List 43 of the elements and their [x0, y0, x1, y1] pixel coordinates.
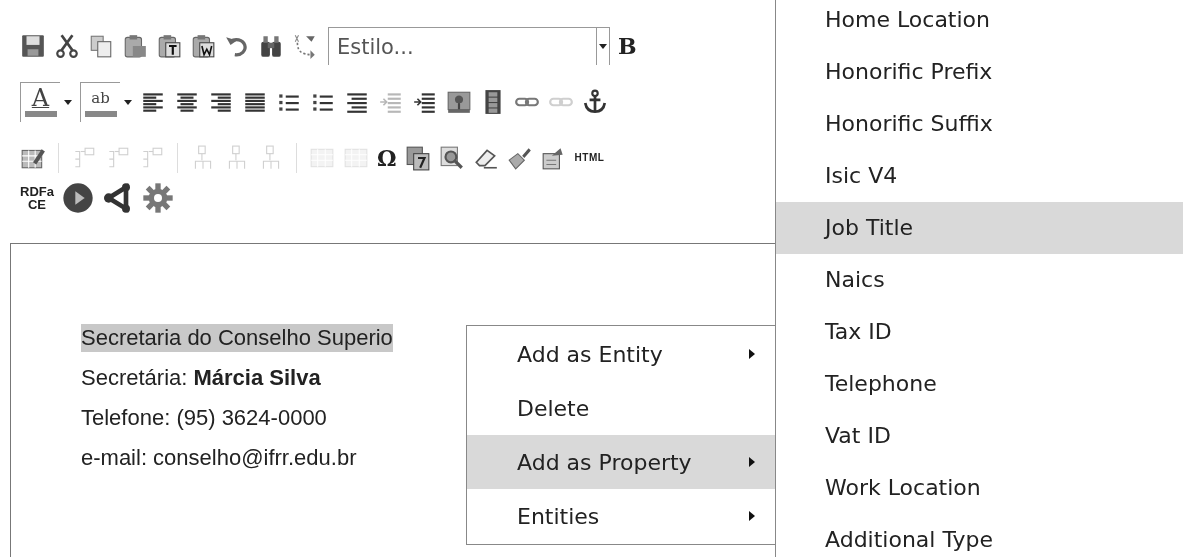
caret-icon[interactable] [124, 99, 132, 105]
menu-item[interactable]: Delete [467, 381, 775, 435]
replace-icon[interactable] [292, 33, 318, 59]
style-dropdown[interactable]: Estilo... [328, 27, 610, 65]
text-line: Telefone: (95) 3624-0000 [81, 404, 327, 432]
text-line: e-mail: conselho@ifrr.edu.br [81, 444, 357, 472]
menu-item[interactable]: Isic V4 [776, 150, 1183, 202]
brush-icon[interactable] [506, 145, 533, 171]
menu-item[interactable]: Vat ID [776, 410, 1183, 462]
copy-icon[interactable] [88, 33, 114, 59]
text-line: Secretária: Márcia Silva [81, 364, 321, 392]
menu-item[interactable]: Honorific Prefix [776, 46, 1183, 98]
text-color-button[interactable]: ab [80, 82, 120, 122]
menu-item[interactable]: Add as Entity [467, 327, 775, 381]
menu-item[interactable]: Job Title [776, 202, 1183, 254]
rdfa-button[interactable]: RDFa CE [20, 185, 54, 211]
image-icon[interactable] [446, 89, 472, 115]
magnifier-icon[interactable] [438, 145, 465, 171]
template-icon[interactable] [404, 145, 431, 171]
source-button[interactable]: HTML [574, 145, 605, 171]
special-character-button[interactable]: Ω [377, 145, 397, 171]
menu-item[interactable]: Tax ID [776, 306, 1183, 358]
text-color-button[interactable]: A [20, 82, 60, 122]
menu-item[interactable]: Entities [467, 489, 775, 543]
play-icon[interactable] [61, 182, 94, 214]
menu-item[interactable]: Work Location [776, 462, 1183, 514]
menu-item[interactable]: Home Location [776, 0, 1183, 46]
floppy-disk-icon[interactable] [20, 33, 46, 59]
clipboard-document-icon[interactable] [190, 33, 216, 59]
bold-button[interactable]: B [618, 33, 637, 59]
binoculars-icon[interactable] [258, 33, 284, 59]
clipboard-icon[interactable] [122, 33, 148, 59]
caret-icon [599, 44, 607, 49]
clipboard-text-icon[interactable] [156, 33, 182, 59]
menu-item[interactable]: Honorific Suffix [776, 98, 1183, 150]
settings-icon[interactable] [141, 182, 174, 214]
scissors-icon[interactable] [54, 33, 80, 59]
caret-icon[interactable] [64, 99, 72, 105]
menu-item[interactable]: Additional Type [776, 514, 1183, 557]
menu-item[interactable]: Naics [776, 254, 1183, 306]
menu-item[interactable]: Add as Property [467, 435, 775, 489]
menu-item[interactable]: Telephone [776, 358, 1183, 410]
anchor-icon[interactable] [582, 89, 608, 115]
